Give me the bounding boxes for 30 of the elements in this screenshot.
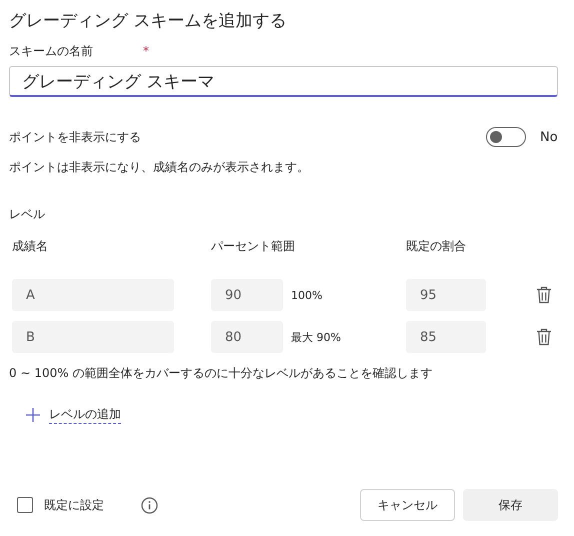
range-text: 最大 90% [291, 330, 342, 344]
field-label: スキームの名前 [9, 43, 93, 59]
plus-icon [25, 407, 41, 423]
save-button[interactable]: 保存 [463, 489, 558, 521]
checkbox-label: 既定に設定 [44, 496, 104, 514]
column-header: 成績名 [12, 238, 49, 255]
help-text: 0 ~ 100% の範囲全体をカバーするのに十分なレベルがあることを確認します [9, 365, 434, 382]
required-mark: * [143, 43, 149, 59]
toggle-label: ポイントを非表示にする [9, 128, 141, 146]
toggle-state: No [540, 130, 558, 144]
grade-name-field[interactable]: A [12, 279, 174, 311]
info-icon[interactable] [141, 496, 158, 514]
percent-field[interactable]: 80 [211, 321, 283, 353]
trash-icon[interactable] [536, 286, 552, 304]
toggle-switch[interactable] [486, 127, 526, 147]
add-level-button[interactable]: レベルの追加 [25, 406, 121, 424]
column-header: パーセント範囲 [211, 238, 296, 255]
range-text: 100% [291, 288, 324, 302]
column-header: 既定の割合 [406, 238, 467, 255]
default-percent-field[interactable]: 95 [406, 279, 486, 311]
scheme-name-field[interactable]: グレーディング スキーマ [9, 66, 558, 97]
grade-name-field[interactable]: B [12, 321, 174, 353]
cancel-button[interactable]: キャンセル [360, 489, 455, 521]
help-text: ポイントは非表示になり、成績名のみが表示されます。 [9, 159, 310, 176]
default-percent-field[interactable]: 85 [406, 321, 486, 353]
percent-field[interactable]: 90 [211, 279, 283, 311]
checkbox[interactable] [17, 497, 33, 513]
section-label: レベル [9, 206, 46, 223]
trash-icon[interactable] [536, 328, 552, 346]
dialog-title: グレーディング スキームを追加する [9, 10, 288, 33]
